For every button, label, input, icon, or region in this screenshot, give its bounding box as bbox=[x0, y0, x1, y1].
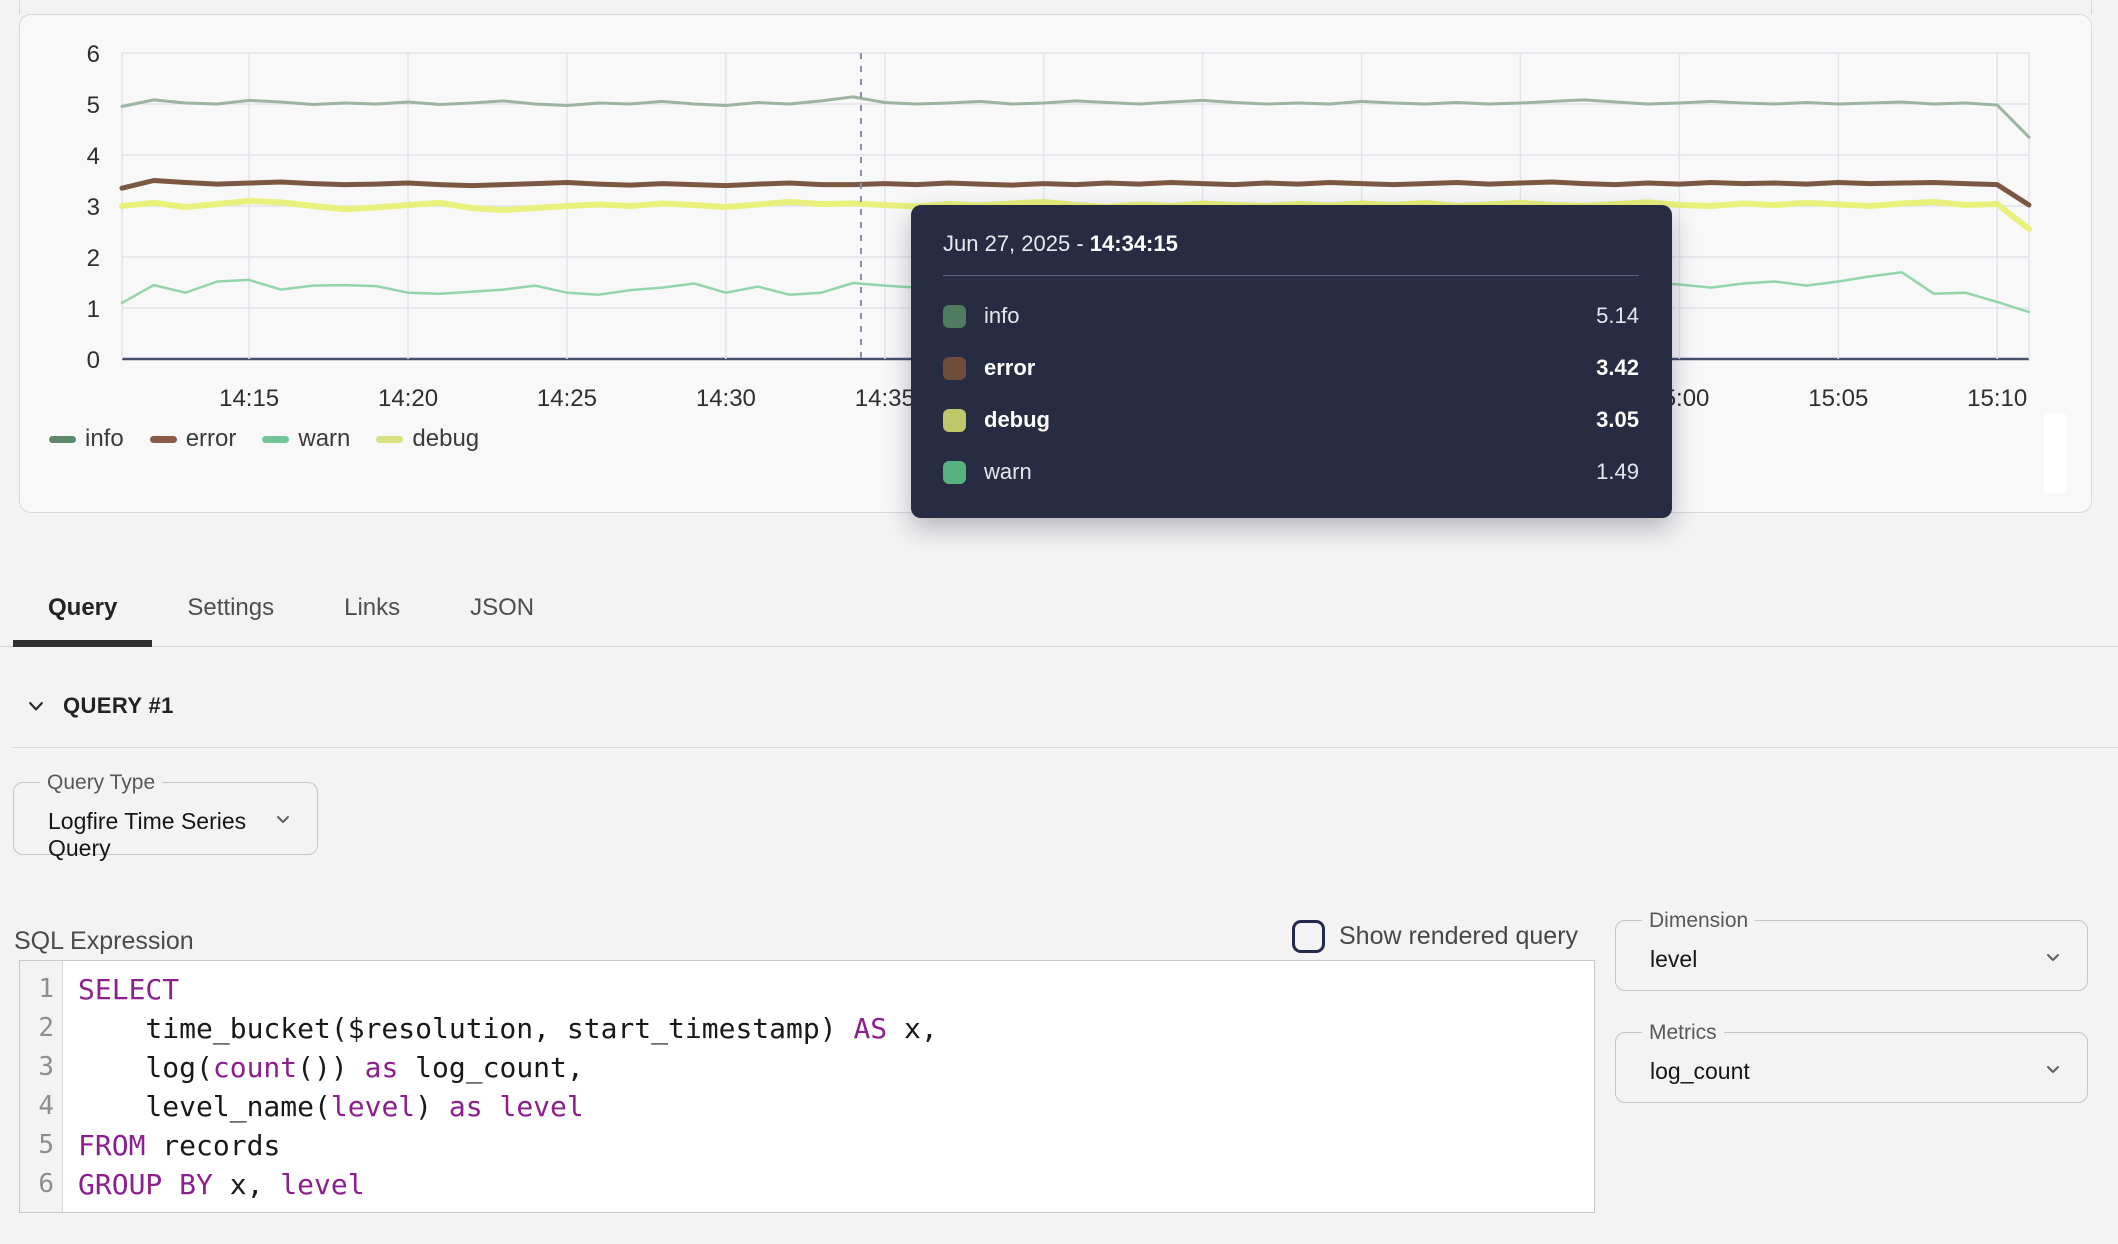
legend-item-warn[interactable]: warn bbox=[262, 425, 350, 453]
line-number: 3 bbox=[20, 1048, 62, 1087]
dimension-value: level bbox=[1628, 946, 2075, 973]
tooltip-series-label: error bbox=[984, 355, 1035, 381]
y-axis-tick-label: 0 bbox=[87, 347, 100, 374]
show-rendered-query-checkbox[interactable] bbox=[1292, 920, 1325, 953]
tooltip-time: 14:34:15 bbox=[1090, 231, 1178, 256]
chevron-down-icon bbox=[2041, 1057, 2065, 1081]
tooltip-series-value: 3.05 bbox=[1596, 407, 1639, 433]
code-line: FROM records bbox=[78, 1126, 938, 1165]
dimension-select[interactable]: Dimension level bbox=[1615, 910, 2088, 991]
line-number: 5 bbox=[20, 1126, 62, 1165]
tooltip-series-value: 3.42 bbox=[1596, 355, 1639, 381]
previous-card-remnant bbox=[19, 0, 2092, 14]
metrics-value: log_count bbox=[1628, 1058, 2075, 1085]
tooltip-swatch-debug bbox=[943, 409, 966, 432]
y-axis-tick-label: 6 bbox=[87, 41, 100, 68]
code-line: level_name(level) as level bbox=[78, 1087, 938, 1126]
line-number: 1 bbox=[20, 970, 62, 1009]
x-axis-tick-label: 14:20 bbox=[378, 385, 438, 412]
panel-editor-page: 012345614:1514:2014:2514:3014:3514:4014:… bbox=[0, 0, 2118, 1244]
legend-swatch-info bbox=[49, 436, 76, 443]
x-axis-tick-label: 15:05 bbox=[1808, 385, 1868, 412]
legend-label: debug bbox=[412, 425, 479, 453]
sql-editor-code[interactable]: SELECT time_bucket($resolution, start_ti… bbox=[63, 961, 938, 1212]
dimension-label: Dimension bbox=[1642, 910, 1755, 931]
x-axis-tick-label: 15:10 bbox=[1967, 385, 2027, 412]
tab-query[interactable]: Query bbox=[13, 570, 152, 646]
legend-item-error[interactable]: error bbox=[150, 425, 237, 453]
tooltip-series-label: debug bbox=[984, 407, 1050, 433]
line-number: 2 bbox=[20, 1009, 62, 1048]
tooltip-row-warn: warn 1.49 bbox=[943, 446, 1639, 498]
line-number: 6 bbox=[20, 1165, 62, 1204]
legend-label: error bbox=[186, 425, 237, 453]
tab-links[interactable]: Links bbox=[309, 570, 435, 646]
query-type-select[interactable]: Query Type Logfire Time Series Query bbox=[13, 772, 318, 855]
metrics-select[interactable]: Metrics log_count bbox=[1615, 1022, 2088, 1103]
code-line: log(count()) as log_count, bbox=[78, 1048, 938, 1087]
legend-label: info bbox=[85, 425, 124, 453]
chevron-down-icon bbox=[271, 807, 295, 831]
legend-swatch-error bbox=[150, 436, 177, 443]
legend-swatch-warn bbox=[262, 436, 289, 443]
tab-json[interactable]: JSON bbox=[435, 570, 569, 646]
query-1-collapse-header[interactable]: QUERY #1 bbox=[26, 693, 174, 719]
tooltip-series-value: 5.14 bbox=[1596, 303, 1639, 329]
y-axis-tick-label: 5 bbox=[87, 92, 100, 119]
tooltip-row-error: error 3.42 bbox=[943, 342, 1639, 394]
x-axis-tick-label: 14:35 bbox=[855, 385, 915, 412]
chevron-down-icon bbox=[2041, 945, 2065, 969]
legend-item-debug[interactable]: debug bbox=[376, 425, 479, 453]
chart-tooltip: Jun 27, 2025 - 14:34:15 info 5.14 error 3.4… bbox=[911, 205, 1672, 518]
query-header-label: QUERY #1 bbox=[63, 693, 174, 719]
x-axis-tick-label: 14:30 bbox=[696, 385, 756, 412]
tab-settings[interactable]: Settings bbox=[152, 570, 309, 646]
tooltip-divider bbox=[943, 275, 1639, 276]
show-rendered-query-row: Show rendered query bbox=[1292, 920, 1578, 953]
y-axis-tick-label: 2 bbox=[87, 245, 100, 272]
line-number: 4 bbox=[20, 1087, 62, 1126]
query-type-label: Query Type bbox=[40, 772, 162, 793]
y-axis-tick-label: 1 bbox=[87, 296, 100, 323]
tooltip-timestamp: Jun 27, 2025 - 14:34:15 bbox=[943, 231, 1639, 257]
tooltip-date: Jun 27, 2025 - bbox=[943, 231, 1090, 256]
code-line: GROUP BY x, level bbox=[78, 1165, 938, 1204]
tooltip-row-debug: debug 3.05 bbox=[943, 394, 1639, 446]
query-type-value: Logfire Time Series Query bbox=[26, 808, 305, 862]
tooltip-swatch-warn bbox=[943, 461, 966, 484]
code-line: time_bucket($resolution, start_timestamp… bbox=[78, 1009, 938, 1048]
tooltip-swatch-info bbox=[943, 305, 966, 328]
chevron-down-icon bbox=[26, 696, 46, 716]
tooltip-row-info: info 5.14 bbox=[943, 290, 1639, 342]
metrics-label: Metrics bbox=[1642, 1022, 1724, 1043]
show-rendered-query-label: Show rendered query bbox=[1339, 922, 1578, 951]
tooltip-series-value: 1.49 bbox=[1596, 459, 1639, 485]
y-axis-tick-label: 3 bbox=[87, 194, 100, 221]
scrollbar-thumb[interactable] bbox=[2044, 413, 2066, 493]
sql-editor-gutter: 123456 bbox=[20, 961, 63, 1212]
y-axis-tick-label: 4 bbox=[87, 143, 100, 170]
x-axis-tick-label: 14:25 bbox=[537, 385, 597, 412]
editor-tabs: Query Settings Links JSON bbox=[0, 570, 2118, 647]
section-divider bbox=[13, 747, 2118, 748]
tooltip-series-label: info bbox=[984, 303, 1019, 329]
sql-expression-label: SQL Expression bbox=[14, 927, 194, 956]
chart-legend: info error warn debug bbox=[49, 425, 479, 453]
tooltip-series-label: warn bbox=[984, 459, 1032, 485]
sql-editor[interactable]: 123456 SELECT time_bucket($resolution, s… bbox=[19, 960, 1595, 1213]
legend-label: warn bbox=[298, 425, 350, 453]
x-axis-tick-label: 14:15 bbox=[219, 385, 279, 412]
tooltip-swatch-error bbox=[943, 357, 966, 380]
code-line: SELECT bbox=[78, 970, 938, 1009]
legend-swatch-debug bbox=[376, 436, 403, 443]
legend-item-info[interactable]: info bbox=[49, 425, 124, 453]
tooltip-rows: info 5.14 error 3.42 debug 3.05 warn 1.49 bbox=[943, 290, 1639, 498]
